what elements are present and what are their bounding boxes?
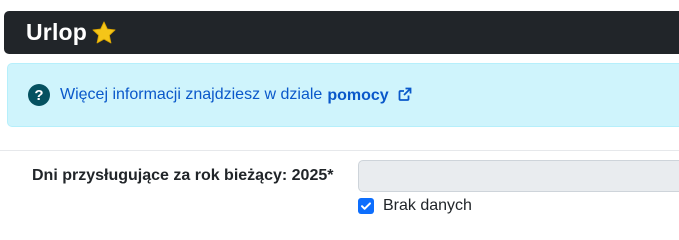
external-link-icon bbox=[397, 86, 413, 102]
question-circle-icon: ? bbox=[28, 84, 50, 106]
checkmark-icon bbox=[361, 202, 371, 210]
no-data-row[interactable]: Brak danych bbox=[358, 197, 472, 215]
info-alert: ? Więcej informacji znajdziesz w dziale … bbox=[7, 63, 679, 127]
no-data-label: Brak danych bbox=[383, 197, 472, 214]
section-divider bbox=[0, 150, 679, 151]
help-link-label: pomocy bbox=[327, 86, 389, 104]
page-header: Urlop bbox=[4, 11, 679, 54]
days-entitled-label: Dni przysługujące za rok bieżący: 2025* bbox=[32, 167, 334, 184]
page: Urlop ? Więcej informacji znajdziesz w d… bbox=[0, 0, 679, 224]
info-text: Więcej informacji znajdziesz w dziale bbox=[60, 86, 323, 103]
days-entitled-input[interactable] bbox=[358, 160, 679, 192]
page-title: Urlop bbox=[26, 19, 88, 45]
no-data-checkbox[interactable] bbox=[358, 198, 374, 214]
star-icon[interactable] bbox=[91, 20, 117, 46]
help-link[interactable]: pomocy bbox=[327, 86, 413, 105]
